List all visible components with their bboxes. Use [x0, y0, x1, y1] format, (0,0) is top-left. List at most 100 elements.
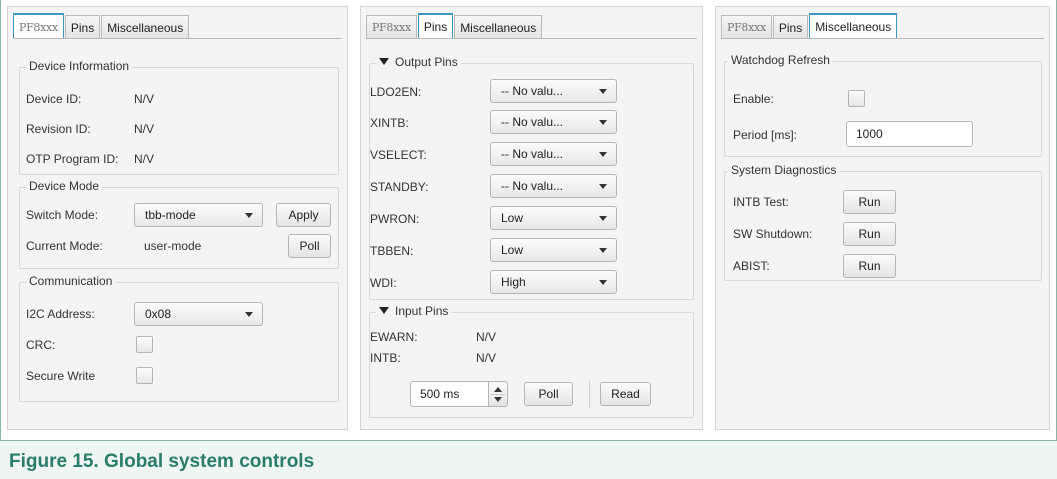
- pwron-select[interactable]: Low: [490, 206, 617, 230]
- poll-pins-button[interactable]: Poll: [524, 382, 573, 406]
- tab-pins[interactable]: Pins: [772, 15, 809, 39]
- ldo2en-value: -- No valu...: [501, 84, 564, 98]
- chevron-down-icon: [599, 216, 607, 221]
- i2c-address-select[interactable]: 0x08: [134, 302, 263, 326]
- secure-write-checkbox[interactable]: [136, 367, 153, 384]
- watchdog-enable-label: Enable:: [733, 92, 774, 106]
- vselect-value: -- No valu...: [501, 147, 564, 161]
- sw-shutdown-run-button[interactable]: Run: [843, 222, 896, 246]
- tab-pins[interactable]: Pins: [64, 15, 101, 39]
- pins-panel: PF8xxx Pins Miscellaneous Output Pins LD…: [360, 6, 703, 430]
- revision-id-value: N/V: [134, 122, 155, 136]
- tab-bar: PF8xxx Pins Miscellaneous: [13, 13, 190, 39]
- secure-write-label: Secure Write: [26, 369, 96, 383]
- device-id-value: N/V: [134, 92, 155, 106]
- chevron-down-icon: [599, 248, 607, 253]
- standby-select[interactable]: -- No valu...: [490, 174, 617, 198]
- current-mode-value: user-mode: [144, 239, 202, 253]
- switch-mode-select[interactable]: tbb-mode: [134, 203, 263, 227]
- read-pins-button[interactable]: Read: [600, 382, 651, 406]
- standby-value: -- No valu...: [501, 179, 564, 193]
- vselect-label: VSELECT:: [370, 148, 427, 162]
- switch-mode-label: Switch Mode:: [26, 208, 99, 222]
- figure-caption: Figure 15. Global system controls: [9, 451, 315, 472]
- chevron-down-icon: [599, 89, 607, 94]
- intb-test-label: INTB Test:: [733, 195, 789, 209]
- stepper-divider: [491, 394, 505, 395]
- communication-group: Communication I2C Address: 0x08 CRC: Sec…: [19, 274, 339, 402]
- device-panel: PF8xxx Pins Miscellaneous Device Informa…: [7, 6, 348, 430]
- device-information-group: Device Information Device ID: N/V Revisi…: [19, 59, 339, 175]
- group-title: Device Mode: [26, 179, 103, 193]
- ewarn-label: EWARN:: [370, 330, 418, 344]
- device-mode-group: Device Mode Switch Mode: tbb-mode Apply …: [19, 179, 339, 269]
- button-separator: [589, 380, 590, 408]
- wdi-value: High: [501, 275, 526, 289]
- intb-value: N/V: [476, 351, 497, 365]
- tbben-select[interactable]: Low: [490, 238, 617, 262]
- tab-miscellaneous[interactable]: Miscellaneous: [454, 15, 543, 39]
- tab-pins[interactable]: Pins: [417, 13, 454, 39]
- xintb-select[interactable]: -- No valu...: [490, 110, 617, 134]
- wdi-label: WDI:: [370, 276, 397, 290]
- output-pins-title: Output Pins: [395, 55, 458, 69]
- output-pins-toggle[interactable]: Output Pins: [376, 55, 461, 69]
- output-pins-group: Output Pins LDO2EN: -- No valu... XINTB:…: [369, 55, 694, 300]
- device-id-label: Device ID:: [26, 92, 82, 106]
- tab-device[interactable]: PF8xxx: [721, 15, 772, 39]
- wdi-select[interactable]: High: [490, 270, 617, 294]
- tbben-label: TBBEN:: [370, 244, 414, 258]
- apply-button[interactable]: Apply: [276, 203, 331, 227]
- pwron-value: Low: [501, 211, 524, 225]
- abist-run-button[interactable]: Run: [843, 254, 896, 278]
- chevron-down-icon: [599, 184, 607, 189]
- tab-bar: PF8xxx Pins Miscellaneous: [721, 13, 898, 39]
- tab-miscellaneous[interactable]: Miscellaneous: [809, 13, 898, 39]
- system-diagnostics-group: System Diagnostics INTB Test: Run SW Shu…: [724, 163, 1042, 281]
- miscellaneous-panel: PF8xxx Pins Miscellaneous Watchdog Refre…: [715, 6, 1050, 430]
- triangle-down-icon: [379, 307, 389, 314]
- standby-label: STANDBY:: [370, 180, 429, 194]
- triangle-up-icon: [494, 387, 502, 392]
- chevron-down-icon: [599, 280, 607, 285]
- watchdog-period-input[interactable]: 1000: [846, 121, 973, 147]
- tab-device[interactable]: PF8xxx: [13, 13, 64, 39]
- intb-test-run-button[interactable]: Run: [843, 190, 896, 214]
- ldo2en-select[interactable]: -- No valu...: [490, 79, 617, 103]
- watchdog-period-value: 1000: [856, 127, 883, 141]
- current-mode-label: Current Mode:: [26, 239, 103, 253]
- input-pins-toggle[interactable]: Input Pins: [376, 304, 452, 318]
- otp-program-id-value: N/V: [134, 152, 155, 166]
- intb-label: INTB:: [370, 351, 401, 365]
- watchdog-refresh-group: Watchdog Refresh Enable: Period [ms]: 10…: [724, 53, 1042, 157]
- poll-interval-input[interactable]: 500 ms: [410, 381, 489, 407]
- poll-interval-value: 500 ms: [420, 387, 460, 401]
- tab-device[interactable]: PF8xxx: [366, 15, 417, 39]
- tab-divider: [13, 38, 342, 39]
- input-pins-title: Input Pins: [395, 304, 449, 318]
- poll-mode-button[interactable]: Poll: [288, 234, 331, 258]
- tab-miscellaneous[interactable]: Miscellaneous: [101, 15, 190, 39]
- triangle-down-icon: [494, 397, 502, 402]
- xintb-label: XINTB:: [370, 116, 409, 130]
- xintb-value: -- No valu...: [501, 115, 564, 129]
- group-title: Watchdog Refresh: [728, 53, 833, 67]
- group-title: System Diagnostics: [728, 163, 840, 177]
- revision-id-label: Revision ID:: [26, 122, 91, 136]
- ewarn-value: N/V: [476, 330, 497, 344]
- watchdog-period-label: Period [ms]:: [733, 128, 798, 142]
- vselect-select[interactable]: -- No valu...: [490, 142, 617, 166]
- chevron-down-icon: [599, 152, 607, 157]
- i2c-address-label: I2C Address:: [26, 307, 95, 321]
- triangle-down-icon: [379, 58, 389, 65]
- tab-bar: PF8xxx Pins Miscellaneous: [366, 13, 543, 39]
- otp-program-id-label: OTP Program ID:: [26, 152, 119, 166]
- i2c-address-value: 0x08: [145, 307, 172, 321]
- crc-checkbox[interactable]: [136, 336, 153, 353]
- poll-interval-stepper[interactable]: [489, 381, 508, 407]
- tbben-value: Low: [501, 243, 524, 257]
- ldo2en-label: LDO2EN:: [370, 85, 422, 99]
- watchdog-enable-checkbox[interactable]: [848, 90, 865, 107]
- group-title: Communication: [26, 274, 116, 288]
- pwron-label: PWRON:: [370, 212, 420, 226]
